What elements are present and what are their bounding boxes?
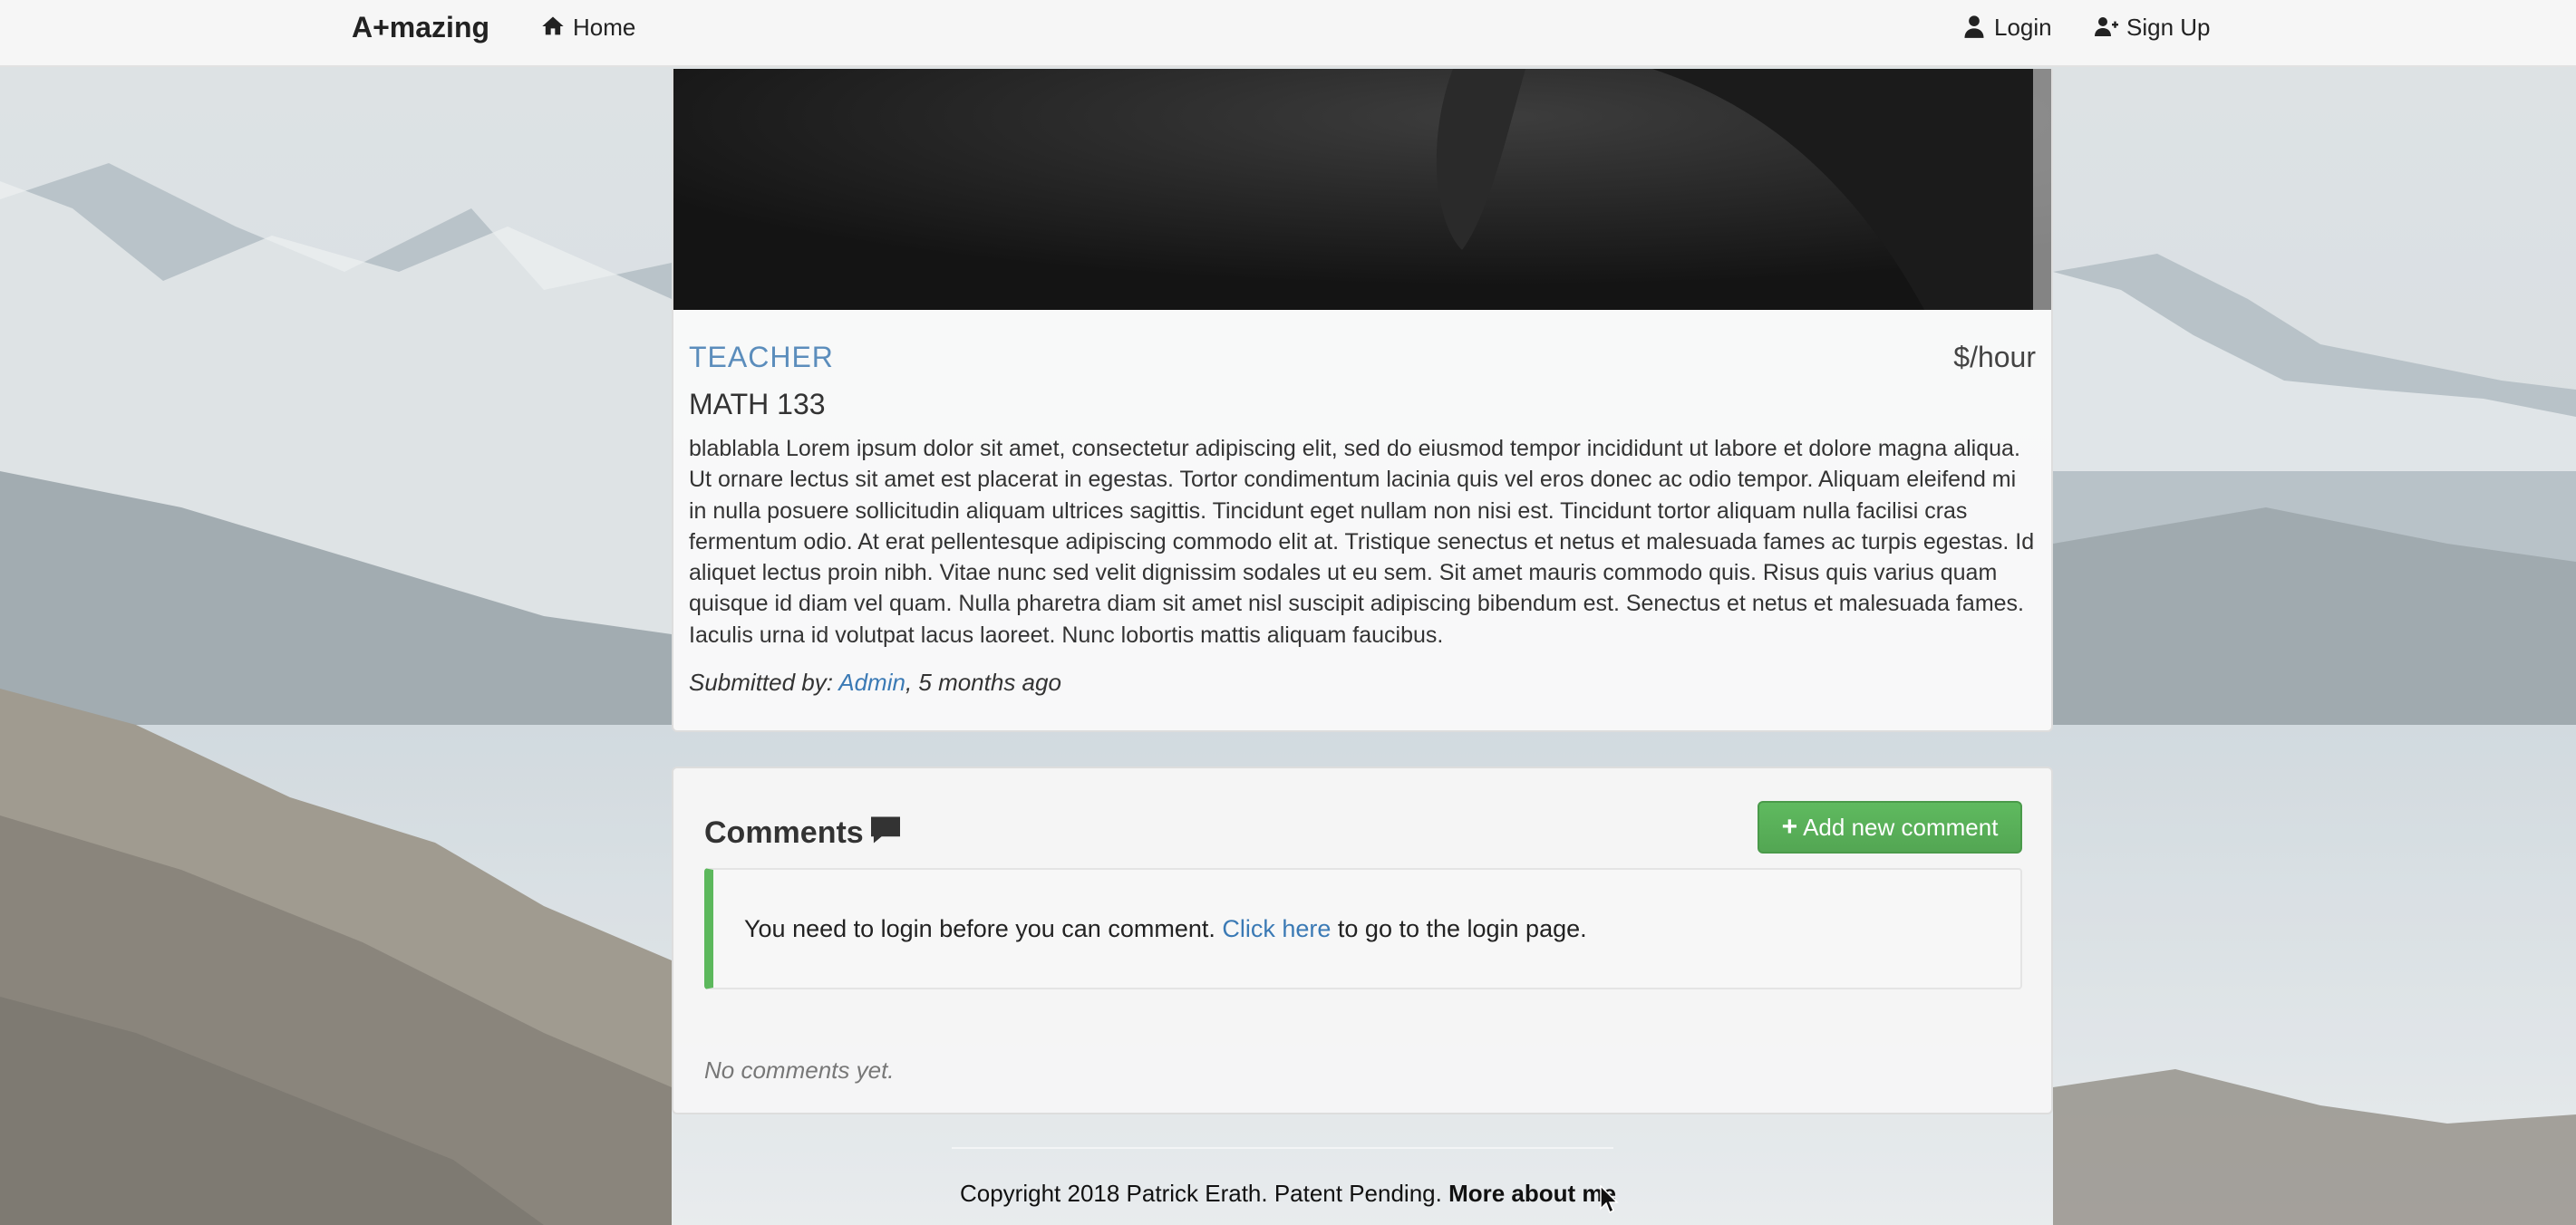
nav-home-link[interactable]: Home [540,0,635,54]
author-link[interactable]: Admin [838,669,905,696]
footer-divider [952,1147,1613,1149]
footer: Copyright 2018 Patrick Erath. Patent Pen… [0,1180,2576,1208]
alert-text-before: You need to login before you can comment… [744,915,1223,942]
post-submitted-by: Submitted by: Admin, 5 months ago [689,669,1061,697]
brand-logo-link[interactable]: A+mazing [352,0,489,67]
nav-home-label: Home [573,14,636,41]
nav-signup-link[interactable]: Sign Up [2094,0,2211,54]
nav-login-link[interactable]: Login [1961,0,2052,54]
post-rate: $/hour [1953,341,2036,373]
submitted-prefix: Submitted by: [689,669,839,696]
comment-icon [870,816,900,844]
login-page-link[interactable]: Click here [1222,915,1331,942]
alert-text-after: to go to the login page. [1331,915,1587,942]
footer-copyright: Copyright 2018 Patrick Erath. Patent Pen… [959,1180,1449,1207]
post-card: TEACHER $/hour MATH 133 blablabla Lorem … [672,69,2053,732]
login-required-alert: You need to login before you can comment… [704,868,2022,989]
user-icon [1964,15,1984,38]
add-comment-button[interactable]: + Add new comment [1758,801,2022,854]
post-description: blablabla Lorem ipsum dolor sit amet, co… [689,436,2035,648]
post-image [673,69,2051,310]
submitted-time: , 5 months ago [905,669,1061,696]
more-about-me-link[interactable]: More about me [1448,1180,1616,1207]
nav-login-label: Login [1994,14,2052,41]
comments-heading-label: Comments [704,815,864,850]
add-comment-label: Add new comment [1803,814,1999,841]
post-role: TEACHER [689,341,834,373]
user-plus-icon [2095,17,2118,36]
mouse-cursor-icon [1600,1185,1619,1214]
post-course-title: MATH 133 [689,388,826,420]
home-icon [542,16,564,35]
top-navbar: A+mazing Home Login Sign Up [0,0,2576,67]
no-comments-message: No comments yet. [704,1056,895,1084]
plus-icon: + [1781,812,1798,842]
comments-heading: Comments [704,815,902,851]
comments-section: Comments + Add new comment You need to lo… [672,767,2053,1114]
nav-signup-label: Sign Up [2126,14,2211,41]
login-alert-text: You need to login before you can comment… [744,870,1587,988]
